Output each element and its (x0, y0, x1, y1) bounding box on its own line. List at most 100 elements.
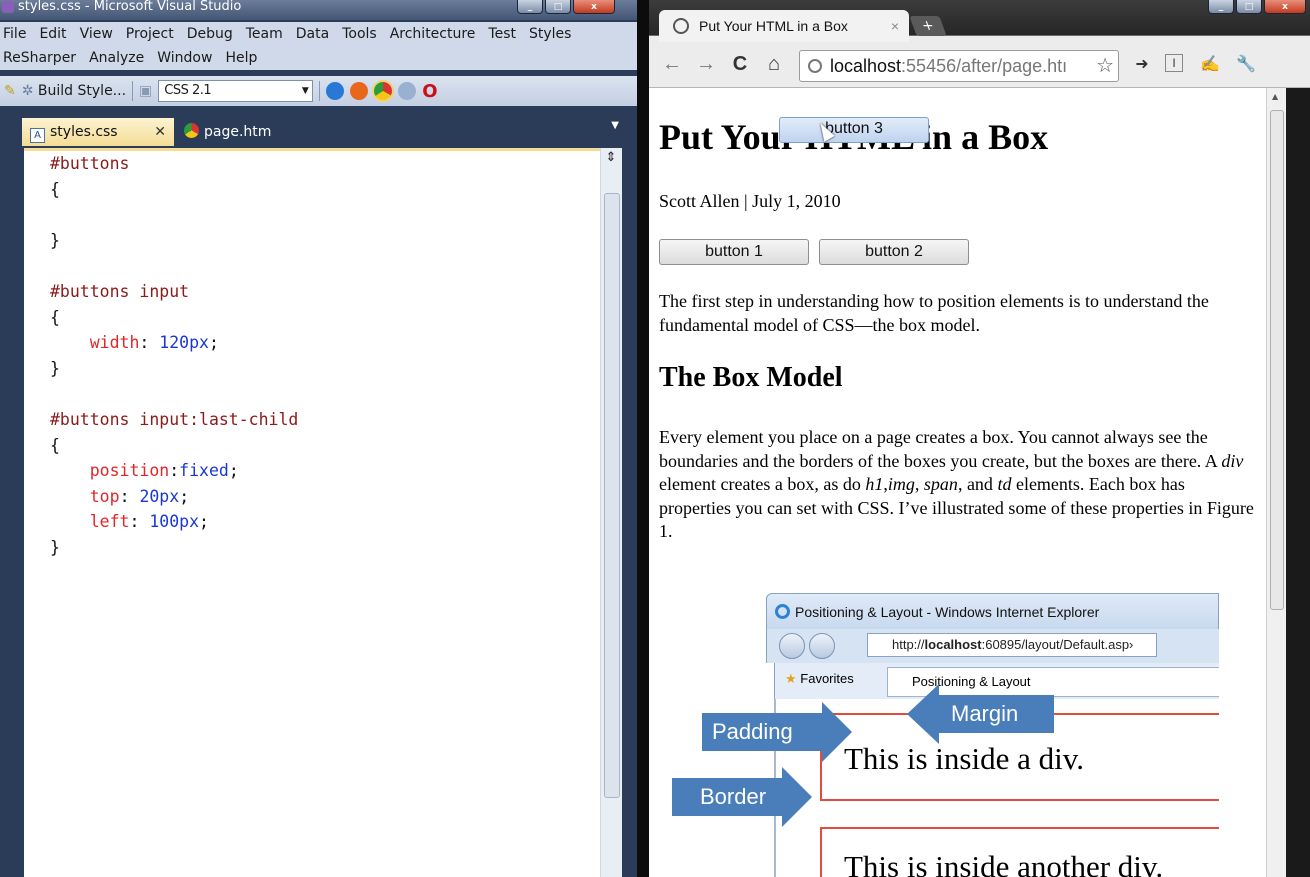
menu-item-data[interactable]: Data (296, 26, 329, 42)
bookmark-star-icon[interactable]: ☆ (1096, 51, 1114, 81)
menu-item-project[interactable]: Project (126, 26, 174, 42)
menu-row-1: File Edit View Project Debug Team Data Tools Arc… (0, 22, 637, 46)
code-token: ; (179, 486, 190, 506)
toolbar-separator (132, 81, 134, 101)
menu-item-team[interactable]: Team (246, 26, 283, 42)
tab-page-htm[interactable]: page.htm (176, 118, 296, 146)
code-line: } (50, 535, 298, 561)
code-token: : (129, 512, 150, 532)
box-model-heading: The Box Model (659, 362, 843, 393)
firefox-browser-icon[interactable] (350, 82, 369, 100)
address-bar[interactable]: localhost:55456/after/page.htı ☆ (799, 50, 1119, 82)
scroll-up-icon[interactable]: ▲ (1272, 92, 1278, 101)
code-token: 100px (149, 512, 200, 532)
tab-list-dropdown-icon[interactable]: ▼ (611, 120, 619, 131)
browser-tab-title: Put Your HTML in a Box (699, 18, 848, 34)
menu-item-help[interactable]: Help (225, 50, 257, 66)
minimize-button[interactable]: _ (1208, 0, 1234, 14)
safari-browser-icon[interactable] (398, 82, 417, 100)
css-code: #buttons {} #buttons input { width: 120px;}… (50, 151, 298, 561)
code-token: fixed (179, 461, 229, 481)
window-edge (1286, 88, 1310, 877)
menu-item-debug[interactable]: Debug (187, 26, 233, 42)
figure-favorites-bar: ★ Favorites Positioning & Layout (774, 663, 1219, 699)
figure-address-row: http://localhost:60895/layout/Default.as… (766, 629, 1219, 663)
menu-item-test[interactable]: Test (488, 26, 516, 42)
maximize-button[interactable]: □ (1236, 0, 1262, 14)
code-token: { (50, 435, 60, 455)
button-3[interactable]: button 3 (779, 117, 929, 143)
chrome-file-icon (184, 123, 199, 138)
vs-window-controls: _ □ x (517, 0, 615, 14)
vs-toolbar: ✎ ✲ Build Style... ▣ CSS 2.1 ▼ O (0, 76, 637, 106)
code-token: left (89, 512, 130, 532)
menu-item-analyze[interactable]: Analyze (89, 50, 144, 66)
back-icon (779, 633, 805, 659)
close-button[interactable]: x (1264, 0, 1306, 14)
browser-tab[interactable]: Put Your HTML in a Box × (659, 10, 909, 42)
div-text-2: This is inside another div. (844, 849, 1164, 877)
page-icon[interactable]: ▣ (139, 83, 152, 99)
code-editor[interactable]: #buttons {} #buttons input { width: 120px;}… (24, 148, 600, 877)
code-token: #buttons input:last-child (50, 409, 299, 429)
home-icon[interactable]: ⌂ (763, 53, 785, 76)
back-icon[interactable]: ← (661, 53, 683, 76)
extension-notepad-icon[interactable]: ✍ (1199, 54, 1221, 76)
close-tab-icon[interactable]: × (891, 10, 899, 42)
code-line: #buttons input (50, 279, 298, 305)
code-token: : (119, 486, 140, 506)
editor-scrollbar[interactable]: ⇕ (600, 148, 622, 877)
menu-item-file[interactable]: File (3, 26, 26, 42)
star-icon: ★ (785, 671, 797, 686)
code-token: 120px (159, 333, 209, 353)
menu-item-tools[interactable]: Tools (342, 26, 377, 42)
wrench-icon[interactable]: 🔧 (1235, 54, 1257, 76)
button-1[interactable]: button 1 (659, 239, 809, 265)
favorites-label: ★ Favorites (785, 671, 854, 686)
menu-item-resharper[interactable]: ReSharper (3, 50, 76, 66)
build-style-button[interactable]: ✲ Build Style... (22, 83, 126, 99)
maximize-button[interactable]: □ (545, 0, 571, 14)
menu-item-window[interactable]: Window (157, 50, 212, 66)
menu-item-architecture[interactable]: Architecture (390, 26, 476, 42)
code-token: top (89, 486, 120, 506)
menu-item-edit[interactable]: Edit (39, 26, 66, 42)
tab-styles-css[interactable]: Astyles.css ✕ (22, 118, 174, 146)
reload-icon[interactable]: C (729, 53, 751, 76)
code-token: ; (199, 512, 209, 532)
code-token: #buttons input (50, 281, 190, 301)
vs-title: styles.css - Microsoft Visual Studio (18, 0, 242, 14)
extension-i-icon[interactable]: I (1165, 54, 1183, 72)
chrome-toolbar: ← → C ⌂ localhost:55456/after/page.htı ☆… (649, 42, 1310, 88)
menu-item-view[interactable]: View (80, 26, 113, 42)
ie-browser-icon[interactable] (326, 82, 345, 100)
split-icon[interactable]: ⇕ (603, 150, 619, 168)
close-tab-icon[interactable]: ✕ (154, 118, 166, 146)
scrollbar-thumb[interactable] (604, 193, 620, 798)
minimize-button[interactable]: _ (517, 0, 543, 14)
page-scrollbar[interactable]: ▲ (1266, 88, 1286, 877)
chrome-browser-icon[interactable] (374, 82, 393, 100)
wand-icon[interactable]: ✎ (4, 83, 16, 99)
chrome-window: Put Your HTML in a Box × + _ □ x ← → C ⌂… (649, 0, 1310, 877)
div-text-1: This is inside a div. (844, 741, 1084, 776)
css-file-icon: A (30, 128, 45, 143)
code-token: { (50, 179, 60, 199)
extension-arrow-icon[interactable]: ➜ (1131, 54, 1153, 76)
scrollbar-thumb[interactable] (1270, 110, 1284, 610)
button-2[interactable]: button 2 (819, 239, 969, 265)
css-version-select[interactable]: CSS 2.1 ▼ (158, 80, 314, 102)
forward-icon[interactable]: → (695, 53, 717, 76)
menu-item-styles[interactable]: Styles (529, 26, 571, 42)
opera-browser-icon[interactable]: O (422, 81, 437, 102)
code-token: #buttons (50, 154, 130, 173)
info-icon (808, 59, 822, 73)
close-button[interactable]: x (573, 0, 615, 14)
